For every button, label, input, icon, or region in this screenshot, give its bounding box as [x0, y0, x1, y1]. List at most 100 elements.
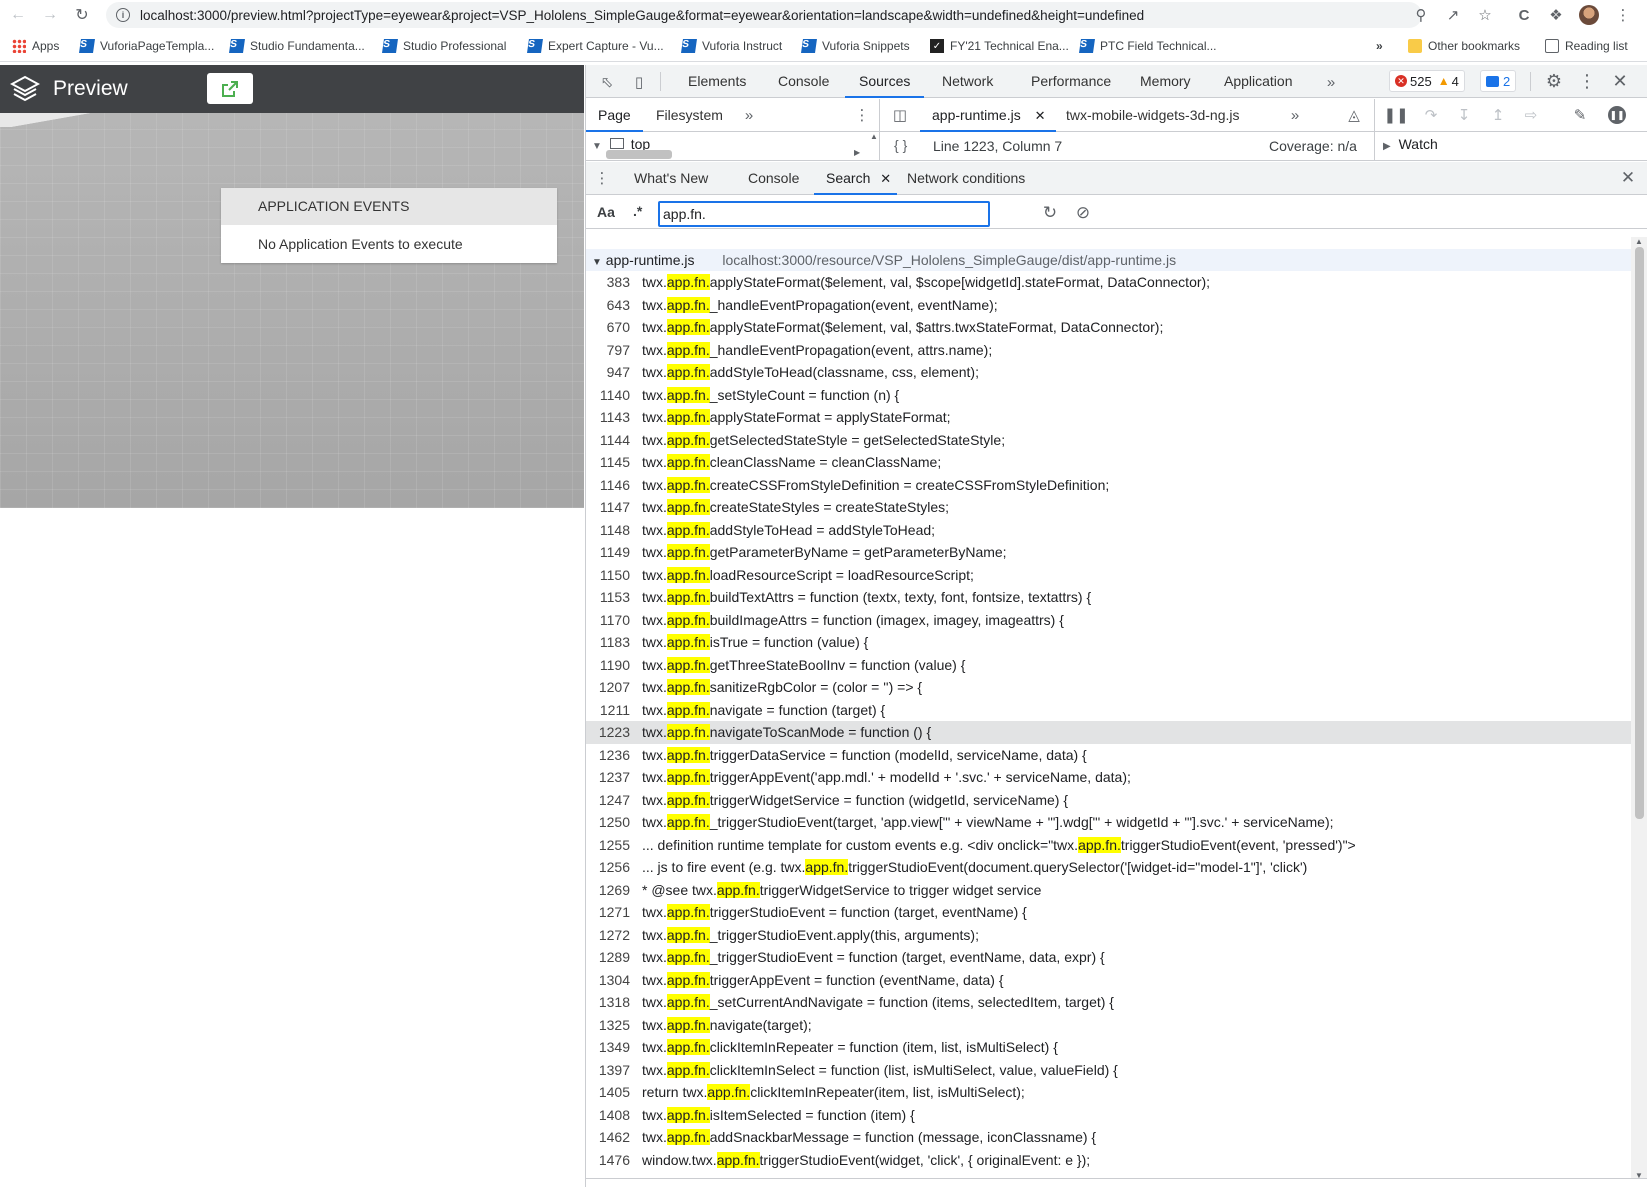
drawer-tab-whats-new[interactable]: What's New [632, 162, 710, 195]
search-result-row[interactable]: 1304 twx.app.fn.triggerAppEvent = functio… [586, 969, 1631, 992]
results-scroll-thumb[interactable] [1635, 247, 1644, 819]
search-result-row[interactable]: 670 twx.app.fn.applyStateFormat($element,… [586, 316, 1631, 339]
search-result-row[interactable]: 1269 * @see twx.app.fn.triggerWidgetServi… [586, 879, 1631, 902]
tab-filesystem[interactable]: Filesystem [654, 99, 725, 132]
bookmark-expert-capture[interactable]: S Expert Capture - Vu... [527, 39, 664, 53]
tab-performance[interactable]: Performance [1029, 65, 1113, 98]
reading-list-button[interactable]: Reading list [1545, 39, 1628, 53]
tab-console[interactable]: Console [776, 65, 831, 98]
more-tabs-chevron-icon[interactable]: » [1321, 71, 1341, 93]
search-result-row[interactable]: 1289 twx.app.fn._triggerStudioEvent = fun… [586, 946, 1631, 969]
scroll-right-arrow-icon[interactable]: ▶ [854, 148, 860, 157]
bookmark-vuforia-snippets[interactable]: S Vuforia Snippets [801, 39, 910, 53]
settings-gear-icon[interactable]: ⚙ [1543, 70, 1565, 92]
browser-menu-icon[interactable]: ⋮ [1612, 4, 1634, 26]
search-result-row[interactable]: 1147 twx.app.fn.createStateStyles = creat… [586, 496, 1631, 519]
editor-tab-twx-mobile-widgets[interactable]: twx-mobile-widgets-3d-ng.js [1064, 99, 1242, 132]
scroll-up-arrow-icon[interactable]: ▲ [870, 132, 878, 141]
search-result-row[interactable]: 1170 twx.app.fn.buildImageAttrs = functio… [586, 609, 1631, 632]
close-tab-icon[interactable]: ✕ [1035, 108, 1046, 123]
search-result-row[interactable]: 1405 return twx.app.fn.clickItemInRepeate… [586, 1081, 1631, 1104]
devtools-menu-icon[interactable]: ⋮ [1576, 70, 1598, 92]
3d-scene-canvas[interactable]: APPLICATION EVENTS No Application Events… [0, 113, 584, 508]
tab-elements[interactable]: Elements [686, 65, 748, 98]
more-editor-tabs-chevron-icon[interactable]: » [1286, 105, 1304, 125]
search-result-row[interactable]: 1211 twx.app.fn.navigate = function (targ… [586, 699, 1631, 722]
search-result-row[interactable]: 1255 ... definition runtime template for … [586, 834, 1631, 857]
site-info-icon[interactable]: i [116, 8, 130, 22]
extension-c-icon[interactable]: C [1513, 4, 1535, 26]
scroll-up-arrow-icon[interactable]: ▲ [1635, 237, 1643, 246]
search-result-row[interactable]: 1236 twx.app.fn.triggerDataService = func… [586, 744, 1631, 767]
search-result-row[interactable]: 1247 twx.app.fn.triggerWidgetService = fu… [586, 789, 1631, 812]
tab-sources[interactable]: Sources [845, 65, 925, 98]
search-result-row[interactable]: 1183 twx.app.fn.isTrue = function (value)… [586, 631, 1631, 654]
open-external-button[interactable] [207, 73, 253, 104]
more-bookmarks-chevron[interactable]: » [1376, 39, 1383, 53]
search-input[interactable] [658, 201, 990, 227]
pause-icon[interactable]: ❚❚ [1383, 105, 1408, 125]
device-toolbar-icon[interactable]: ▯ [628, 71, 650, 93]
step-out-icon[interactable]: ↥ [1488, 105, 1508, 125]
zoom-icon[interactable]: ⚲ [1410, 4, 1432, 26]
search-result-row[interactable]: 1145 twx.app.fn.cleanClassName = cleanCla… [586, 451, 1631, 474]
clear-search-icon[interactable]: ⊘ [1072, 202, 1094, 224]
search-result-row[interactable]: 1256... js to fire event (e.g. twx.app.f… [586, 856, 1631, 879]
tab-network[interactable]: Network [940, 65, 995, 98]
search-result-row[interactable]: 1349 twx.app.fn.clickItemInRepeater = fun… [586, 1036, 1631, 1059]
bookmark-star-icon[interactable]: ☆ [1474, 4, 1496, 26]
step-over-icon[interactable]: ↷ [1420, 105, 1442, 125]
bookmark-fy21-technical[interactable]: ✓ FY'21 Technical Ena... [930, 39, 1069, 53]
search-result-row[interactable]: 383 twx.app.fn.applyStateFormat($element,… [586, 271, 1631, 294]
share-icon[interactable]: ↗ [1442, 4, 1464, 26]
search-result-row[interactable]: 1207 twx.app.fn.sanitizeRgbColor = (color… [586, 676, 1631, 699]
search-result-row[interactable]: 1272 twx.app.fn._triggerStudioEvent.apply… [586, 924, 1631, 947]
search-result-row[interactable]: 1325 twx.app.fn.navigate(target); [586, 1014, 1631, 1037]
search-result-row[interactable]: 643 twx.app.fn._handleEventPropagation(ev… [586, 294, 1631, 317]
navigator-hscrollbar[interactable] [606, 150, 672, 159]
drawer-tab-search[interactable]: Search ✕ [814, 162, 898, 195]
close-devtools-icon[interactable]: ✕ [1609, 70, 1631, 92]
bookmark-vuforia-page-templates[interactable]: S VuforiaPageTempla... [79, 39, 214, 53]
reload-icon[interactable]: ↻ [70, 3, 94, 27]
search-result-row[interactable]: 1237 twx.app.fn.triggerAppEvent('app.mdl.… [586, 766, 1631, 789]
search-result-row[interactable]: 1149 twx.app.fn.getParameterByName = getP… [586, 541, 1631, 564]
search-result-row[interactable]: 1250 twx.app.fn._triggerStudioEvent(targe… [586, 811, 1631, 834]
bookmark-other-bookmarks[interactable]: Other bookmarks [1408, 39, 1520, 53]
inspect-element-icon[interactable]: ⬁ [596, 71, 618, 93]
deactivate-breakpoints-icon[interactable]: ✎ [1569, 105, 1591, 125]
search-result-row[interactable]: 1143 twx.app.fn.applyStateFormat = applyS… [586, 406, 1631, 429]
search-result-row[interactable]: 1476 window.twx.app.fn.triggerStudioEvent… [586, 1149, 1631, 1172]
search-result-row[interactable]: 1223 twx.app.fn.navigateToScanMode = func… [586, 721, 1631, 744]
navigator-menu-icon[interactable]: ⋮ [853, 105, 871, 125]
search-result-row[interactable]: 1148 twx.app.fn.addStyleToHead = addStyle… [586, 519, 1631, 542]
drawer-tab-network-conditions[interactable]: Network conditions [905, 162, 1027, 195]
pause-on-exceptions-icon[interactable]: ❚❚ [1606, 104, 1628, 126]
drawer-menu-icon[interactable]: ⋮ [594, 168, 610, 188]
drawer-tab-console[interactable]: Console [746, 162, 801, 195]
search-result-row[interactable]: 947 twx.app.fn.addStyleToHead(classname, … [586, 361, 1631, 384]
search-result-row[interactable]: 1153 twx.app.fn.buildTextAttrs = function… [586, 586, 1631, 609]
search-result-row[interactable]: 1190 twx.app.fn.getThreeStateBoolInv = fu… [586, 654, 1631, 677]
search-result-row[interactable]: 1140 twx.app.fn._setStyleCount = function… [586, 384, 1631, 407]
close-search-tab-icon[interactable]: ✕ [880, 171, 891, 186]
search-result-row[interactable]: 1271 twx.app.fn.triggerStudioEvent = func… [586, 901, 1631, 924]
editor-tab-app-runtime[interactable]: app-runtime.js ✕ [920, 99, 1056, 132]
search-result-row[interactable]: 1150 twx.app.fn.loadResourceScript = load… [586, 564, 1631, 587]
address-bar[interactable]: i localhost:3000/preview.html?projectTyp… [106, 2, 1422, 28]
search-result-row[interactable]: 1397 twx.app.fn.clickItemInSelect = funct… [586, 1059, 1631, 1082]
regex-toggle[interactable]: .* [633, 203, 642, 219]
bookmark-vuforia-instruct[interactable]: S Vuforia Instruct [681, 39, 782, 53]
match-case-toggle[interactable]: Aa [597, 204, 615, 220]
back-arrow-icon[interactable]: ← [6, 3, 30, 27]
bookmark-ptc-field-technical[interactable]: S PTC Field Technical... [1079, 39, 1217, 53]
results-scrollbar[interactable]: ▲ ▼ [1631, 237, 1647, 1180]
search-result-row[interactable]: 1462 twx.app.fn.addSnackbarMessage = func… [586, 1126, 1631, 1149]
avatar[interactable] [1578, 4, 1600, 26]
toggle-navigator-icon[interactable]: ◫ [890, 105, 910, 125]
search-result-row[interactable]: 1144 twx.app.fn.getSelectedStateStyle = g… [586, 429, 1631, 452]
error-warning-badge[interactable]: ✕ 525 ▲ 4 [1389, 70, 1465, 92]
pretty-print-icon[interactable]: { } [894, 137, 907, 153]
watch-section[interactable]: ▶ Watch [1383, 136, 1438, 152]
search-result-row[interactable]: 797 twx.app.fn._handleEventPropagation(ev… [586, 339, 1631, 362]
